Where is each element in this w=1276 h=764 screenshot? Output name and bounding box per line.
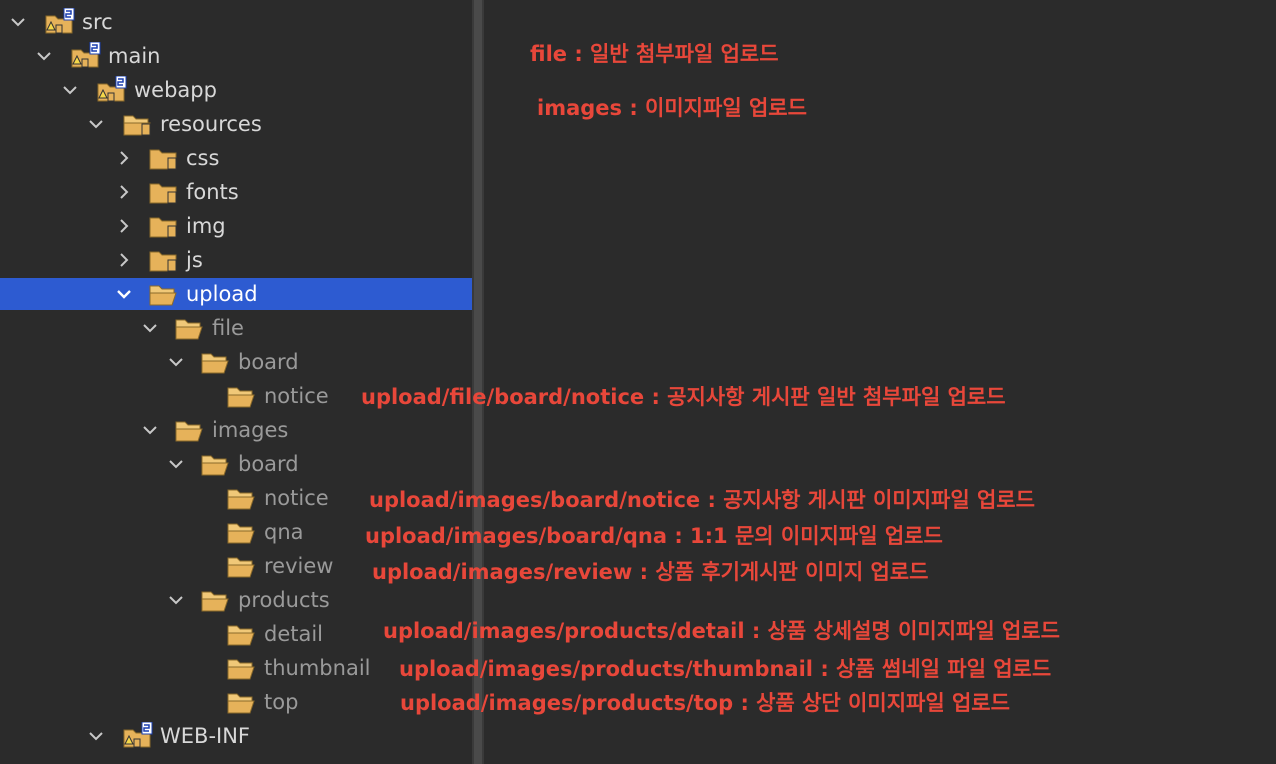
folder-open-icon [226,688,258,716]
tree-label: img [186,214,226,238]
source-folder-icon [70,42,102,70]
folder-open-icon [226,382,258,410]
folder-open-icon [122,110,154,138]
chevron-down-icon[interactable] [140,318,160,338]
folder-open-icon [200,586,232,614]
folder-open-icon [226,620,258,648]
folder-open-icon [226,552,258,580]
folder-icon [148,212,180,240]
tree-label: top [264,690,299,714]
project-explorer-tree: src main webapp resources css fonts img [0,0,472,764]
tree-row-js[interactable]: js [0,243,472,277]
annotation-images-board-notice: upload/images/board/notice : 공지사항 게시판 이미… [369,488,1035,512]
folder-open-icon [200,348,232,376]
tree-row-products[interactable]: products [0,583,472,617]
source-folder-icon [44,8,76,36]
tree-row-resources[interactable]: resources [0,107,472,141]
annotation-images-review: upload/images/review : 상품 후기게시판 이미지 업로드 [372,560,929,584]
folder-open-icon [226,654,258,682]
folder-icon [148,144,180,172]
tree-label: js [186,248,203,272]
annotation-file-board-notice: upload/file/board/notice : 공지사항 게시판 일반 첨… [361,385,1006,409]
annotation-products-thumbnail: upload/images/products/thumbnail : 상품 썸네… [399,657,1052,681]
tree-label: images [212,418,289,442]
tree-label: upload [186,282,258,306]
folder-icon [148,178,180,206]
chevron-down-icon[interactable] [34,46,54,66]
folder-icon [148,246,180,274]
tree-row-src[interactable]: src [0,5,472,39]
tree-label: detail [264,622,324,646]
tree-row-upload[interactable]: upload [0,278,472,310]
tree-row-fonts[interactable]: fonts [0,175,472,209]
folder-open-icon [174,416,206,444]
chevron-down-icon[interactable] [166,352,186,372]
tree-label: review [264,554,334,578]
folder-open-icon [200,450,232,478]
tree-row-file[interactable]: file [0,311,472,345]
annotation-images-board-qna: upload/images/board/qna : 1:1 문의 이미지파일 업… [365,524,943,548]
tree-row-main[interactable]: main [0,39,472,73]
tree-row-web-inf[interactable]: WEB-INF [0,719,472,753]
tree-label: board [238,350,299,374]
chevron-down-icon[interactable] [166,590,186,610]
chevron-down-icon[interactable] [60,80,80,100]
tree-label: notice [264,384,329,408]
tree-label: resources [160,112,262,136]
tree-label: webapp [134,78,217,102]
chevron-down-icon[interactable] [114,284,134,304]
chevron-down-icon[interactable] [86,114,106,134]
chevron-down-icon[interactable] [166,454,186,474]
folder-open-icon [226,518,258,546]
folder-open-icon [226,484,258,512]
tree-label: WEB-INF [160,724,250,748]
chevron-down-icon[interactable] [140,420,160,440]
tree-label: main [108,44,161,68]
folder-open-icon [174,314,206,342]
tree-label: fonts [186,180,239,204]
source-folder-icon [122,722,154,750]
chevron-right-icon[interactable] [114,216,134,236]
folder-open-icon [148,280,180,308]
tree-row-file-board[interactable]: board [0,345,472,379]
tree-row-css[interactable]: css [0,141,472,175]
tree-label: qna [264,520,304,544]
chevron-down-icon[interactable] [86,726,106,746]
annotation-products-top: upload/images/products/top : 상품 상단 이미지파일… [400,691,1010,715]
tree-label: board [238,452,299,476]
chevron-right-icon[interactable] [114,250,134,270]
tree-label: thumbnail [264,656,371,680]
chevron-right-icon[interactable] [114,182,134,202]
tree-label: css [186,146,220,170]
chevron-right-icon[interactable] [114,148,134,168]
tree-label: file [212,316,244,340]
tree-row-webapp[interactable]: webapp [0,73,472,107]
annotation-file: file : 일반 첨부파일 업로드 [530,42,779,66]
tree-row-images[interactable]: images [0,413,472,447]
chevron-down-icon[interactable] [8,12,28,32]
tree-label: products [238,588,330,612]
annotation-products-detail: upload/images/products/detail : 상품 상세설명 … [383,619,1060,643]
source-folder-icon [96,76,128,104]
tree-label: src [82,10,113,34]
tree-label: notice [264,486,329,510]
tree-row-images-board[interactable]: board [0,447,472,481]
tree-row-img[interactable]: img [0,209,472,243]
annotation-images: images : 이미지파일 업로드 [537,96,807,120]
panel-splitter[interactable] [472,0,484,764]
